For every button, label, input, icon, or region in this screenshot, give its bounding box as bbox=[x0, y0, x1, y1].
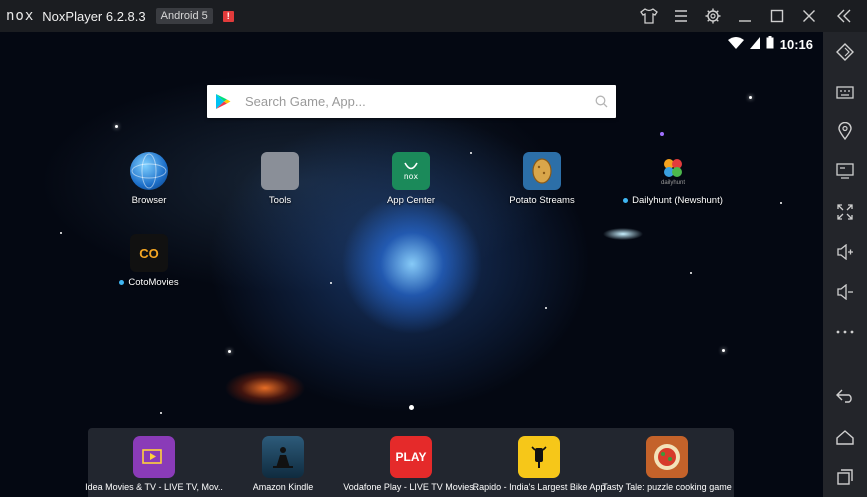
app-label: Potato Streams bbox=[509, 195, 575, 206]
app-label: CotoMovies bbox=[128, 277, 179, 288]
app-label: App Center bbox=[386, 195, 436, 206]
home-icon[interactable] bbox=[835, 427, 855, 447]
app-app-center[interactable]: nox App Center bbox=[351, 152, 471, 206]
dock-app-label: Tasty Tale: puzzle cooking game bbox=[602, 482, 732, 492]
star-decoration bbox=[722, 349, 725, 352]
close-icon[interactable] bbox=[799, 6, 819, 26]
volume-down-icon[interactable] bbox=[835, 282, 855, 302]
dailyhunt-icon: dailyhunt bbox=[654, 152, 692, 190]
star-decoration bbox=[160, 412, 162, 414]
rapido-icon bbox=[518, 436, 560, 478]
multi-instance-icon[interactable] bbox=[835, 42, 855, 62]
star-decoration bbox=[330, 282, 332, 284]
signal-icon bbox=[749, 36, 760, 52]
star-decoration bbox=[228, 350, 231, 353]
dock-app-label: Amazon Kindle bbox=[252, 482, 314, 492]
dock-app-label: Vodafone Play - LIVE TV Movies.. bbox=[343, 482, 479, 492]
menu-icon[interactable] bbox=[671, 6, 691, 26]
dailyhunt-icon-text: dailyhunt bbox=[660, 180, 686, 186]
app-dailyhunt[interactable]: dailyhunt Dailyhunt (Newshunt) bbox=[613, 152, 733, 206]
back-icon[interactable] bbox=[835, 386, 855, 406]
clock-time: 10:16 bbox=[779, 36, 813, 52]
dock-app-amazon-kindle[interactable]: Amazon Kindle bbox=[213, 436, 353, 492]
new-install-dot bbox=[119, 280, 125, 285]
app-potato-streams[interactable]: Potato Streams bbox=[482, 152, 602, 206]
star-decoration bbox=[780, 202, 782, 204]
kindle-icon bbox=[262, 436, 304, 478]
new-install-dot bbox=[623, 198, 629, 203]
idea-movies-icon bbox=[133, 436, 175, 478]
title-bar: nox NoxPlayer 6.2.8.3 Android 5 ! bbox=[0, 0, 867, 32]
skin-shirt-icon[interactable] bbox=[639, 6, 659, 26]
collapse-sidebar-icon[interactable] bbox=[834, 6, 854, 26]
play-store-icon bbox=[215, 93, 231, 110]
app-tools-folder[interactable]: Tools bbox=[220, 152, 340, 206]
star-decoration bbox=[690, 272, 692, 274]
maximize-icon[interactable] bbox=[767, 6, 787, 26]
search-input[interactable]: Search Game, App... bbox=[245, 94, 595, 109]
dock-app-label: Rapido - India's Largest Bike App bbox=[472, 482, 606, 492]
star-decoration bbox=[749, 96, 752, 99]
app-title: NoxPlayer 6.2.8.3 bbox=[42, 8, 146, 24]
dock-app-tasty-tale[interactable]: Tasty Tale: puzzle cooking game bbox=[597, 436, 737, 492]
globe-icon bbox=[130, 152, 168, 190]
vodafone-play-icon-text: PLAY bbox=[395, 450, 427, 464]
dock-app-idea-movies[interactable]: Idea Movies & TV - LIVE TV, Mov.. bbox=[84, 436, 224, 492]
screen-icon[interactable] bbox=[835, 161, 855, 181]
star-decoration bbox=[660, 132, 664, 136]
app-label: Tools bbox=[268, 195, 292, 206]
nox-player-window: nox NoxPlayer 6.2.8.3 Android 5 ! 10:16 … bbox=[0, 0, 867, 497]
settings-gear-icon[interactable] bbox=[703, 6, 723, 26]
search-bar[interactable]: Search Game, App... bbox=[207, 85, 616, 118]
volume-up-icon[interactable] bbox=[835, 242, 855, 262]
coto-icon-text: CO bbox=[139, 245, 159, 261]
more-options-icon[interactable] bbox=[835, 322, 855, 342]
app-cotomovies[interactable]: CO CotoMovies bbox=[89, 234, 209, 288]
app-label: Browser bbox=[131, 195, 167, 206]
tasty-tale-icon bbox=[646, 436, 688, 478]
vodafone-play-icon: PLAY bbox=[390, 436, 432, 478]
page-indicator bbox=[409, 405, 414, 410]
app-label: Dailyhunt (Newshunt) bbox=[632, 195, 723, 206]
coto-icon: CO bbox=[130, 234, 168, 272]
dock: Idea Movies & TV - LIVE TV, Mov.. Amazon… bbox=[85, 428, 737, 497]
recent-apps-icon[interactable] bbox=[835, 467, 855, 487]
right-toolbar bbox=[823, 32, 867, 497]
android-version-badge: Android 5 bbox=[155, 8, 213, 24]
potato-icon bbox=[523, 152, 561, 190]
status-bar: 10:16 bbox=[727, 36, 813, 52]
minimize-icon[interactable] bbox=[735, 6, 755, 26]
dock-app-label: Idea Movies & TV - LIVE TV, Mov.. bbox=[85, 482, 223, 492]
location-pin-icon[interactable] bbox=[835, 121, 855, 141]
search-icon[interactable] bbox=[595, 95, 608, 108]
wifi-icon bbox=[727, 36, 744, 52]
battery-icon bbox=[766, 36, 774, 52]
fullscreen-icon[interactable] bbox=[835, 202, 855, 222]
dock-app-rapido[interactable]: Rapido - India's Largest Bike App bbox=[469, 436, 609, 492]
nox-app-center-icon: nox bbox=[392, 152, 430, 190]
nox-logo: nox bbox=[6, 8, 35, 24]
app-browser[interactable]: Browser bbox=[89, 152, 209, 206]
alert-badge[interactable]: ! bbox=[222, 10, 234, 22]
dock-app-vodafone-play[interactable]: PLAY Vodafone Play - LIVE TV Movies.. bbox=[341, 436, 481, 492]
android-home-screen[interactable]: 10:16 Search Game, App... Browser Tools … bbox=[0, 32, 823, 497]
tools-folder-icon bbox=[261, 152, 299, 190]
star-decoration bbox=[545, 307, 547, 309]
star-decoration bbox=[60, 232, 62, 234]
keyboard-icon[interactable] bbox=[835, 82, 855, 102]
star-decoration bbox=[115, 125, 118, 128]
